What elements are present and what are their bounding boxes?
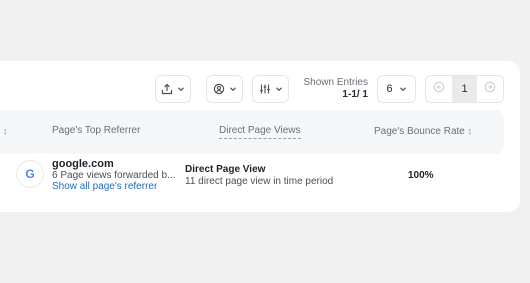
arrow-left-circle-icon [433,80,445,98]
header-bounce-rate[interactable]: Page's Bounce Rate ↕ [374,125,472,138]
header-bounce-rate-label: Page's Bounce Rate [374,126,465,137]
show-all-referrer-link[interactable]: Show all page's referrer [52,181,157,192]
bounce-rate-value: 100% [408,170,434,181]
entries-range: 1-1/ 1 [342,89,368,100]
sort-icon: ↕ [467,126,473,136]
direct-page-view-title: Direct Page View [185,164,266,175]
chevron-down-icon [399,85,407,93]
sort-icon[interactable]: ↕ [3,125,8,137]
header-direct-page-views[interactable]: Direct Page Views [219,125,301,139]
person-filter-icon [213,83,225,95]
pagination: 1 [425,75,504,103]
chevron-down-icon [229,85,237,93]
referrer-subtitle: 6 Page views forwarded b... [52,170,176,181]
prev-page-button[interactable] [426,76,452,102]
header-top-referrer[interactable]: Page's Top Referrer [52,125,140,137]
sliders-icon [259,83,271,95]
per-page-value: 6 [386,83,393,95]
google-icon: G [16,160,44,188]
current-page[interactable]: 1 [451,76,478,102]
direct-page-view-subtitle: 11 direct page view in time period [185,176,334,187]
referrer-domain: google.com [52,158,114,170]
per-page-select[interactable]: 6 [377,75,416,103]
chevron-down-icon [275,85,283,93]
arrow-right-circle-icon [484,80,496,98]
export-button[interactable] [155,75,191,103]
user-filter-button[interactable] [206,75,243,103]
columns-button[interactable] [252,75,289,103]
next-page-button[interactable] [477,76,503,102]
export-icon [161,83,173,95]
shown-entries: Shown Entries 1-1/ 1 [292,77,368,101]
chevron-down-icon [177,85,185,93]
shown-entries-label: Shown Entries [303,77,368,88]
